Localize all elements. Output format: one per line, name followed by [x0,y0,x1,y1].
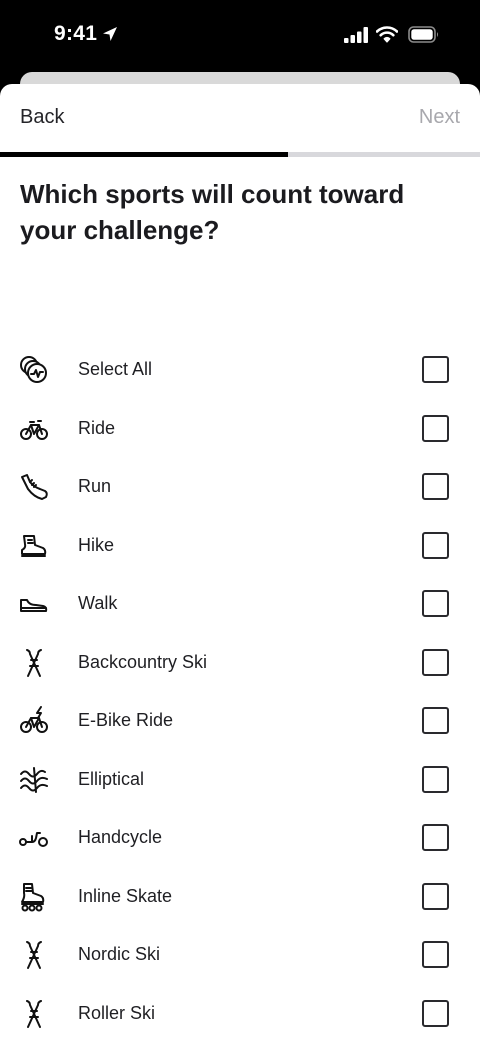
sport-label: Walk [78,593,118,613]
cellular-signal-icon [344,27,370,43]
location-arrow-icon [101,25,119,43]
sport-label: Handcycle [78,827,163,847]
status-time: 9:41 [54,22,98,45]
running-shoe-icon [18,471,50,503]
sport-checkbox[interactable] [422,531,449,559]
skis-icon [18,939,50,971]
sport-list: Select All Ride Run Hike Walk Backcountry Ski… [0,340,480,1040]
progress-bar-fill [0,152,288,157]
sport-row-handcycle[interactable]: Handcycle [0,808,480,867]
sport-checkbox[interactable] [422,999,449,1027]
sport-label: Roller Ski [78,1002,156,1023]
ebike-icon [18,705,50,737]
next-button[interactable]: Next [419,106,460,129]
sport-row-nordic-ski[interactable]: Nordic Ski [0,925,480,984]
wifi-icon [376,26,398,43]
sport-row-hike[interactable]: Hike [0,516,480,575]
sport-checkbox[interactable] [422,707,449,734]
skis-icon [18,647,50,679]
hiking-boot-icon [18,530,50,562]
sport-row-roller-ski[interactable]: Roller Ski [0,984,480,1040]
modal-sheet: Back Next Which sports will count toward… [0,84,480,1040]
sport-row-select-all[interactable]: Select All [0,340,480,399]
sport-checkbox[interactable] [422,941,449,968]
sport-checkbox[interactable] [422,356,449,383]
sport-row-e-bike-ride[interactable]: E-Bike Ride [0,691,480,750]
sport-label: Ride [78,417,116,438]
sport-label: E-Bike Ride [78,710,174,730]
sport-checkbox[interactable] [422,414,449,442]
walking-shoe-icon [18,588,50,620]
sport-row-run[interactable]: Run [0,457,480,516]
navigation-bar: Back Next [0,84,480,154]
status-bar: 9:41 [0,0,480,72]
sport-checkbox[interactable] [422,765,449,793]
back-button[interactable]: Back [20,106,64,129]
screen: 9:41 Back Next Which sports will count t… [0,0,480,1040]
sport-row-inline-skate[interactable]: Inline Skate [0,867,480,926]
sport-label: Nordic Ski [78,944,161,964]
sport-checkbox[interactable] [422,590,449,617]
sport-label: Run [78,476,112,496]
page-title: Which sports will count toward your chal… [20,179,405,245]
sport-label: Inline Skate [78,885,173,906]
battery-icon [408,26,440,43]
sport-label: Select All [78,359,153,379]
sport-checkbox[interactable] [422,648,449,676]
sport-checkbox[interactable] [422,824,449,851]
inline-skate-icon [18,881,50,913]
select-all-icon [18,354,50,386]
elliptical-icon [18,764,50,796]
sport-row-backcountry-ski[interactable]: Backcountry Ski [0,633,480,692]
sport-checkbox[interactable] [422,882,449,910]
sport-row-ride[interactable]: Ride [0,399,480,458]
progress-bar [0,152,480,157]
bike-icon [18,413,50,445]
skis-icon [18,998,50,1030]
sport-label: Hike [78,534,115,555]
sport-checkbox[interactable] [422,473,449,500]
sport-row-walk[interactable]: Walk [0,574,480,633]
sport-label: Backcountry Ski [78,651,208,672]
sport-row-elliptical[interactable]: Elliptical [0,750,480,809]
sport-label: Elliptical [78,768,145,789]
handcycle-icon [18,822,50,854]
